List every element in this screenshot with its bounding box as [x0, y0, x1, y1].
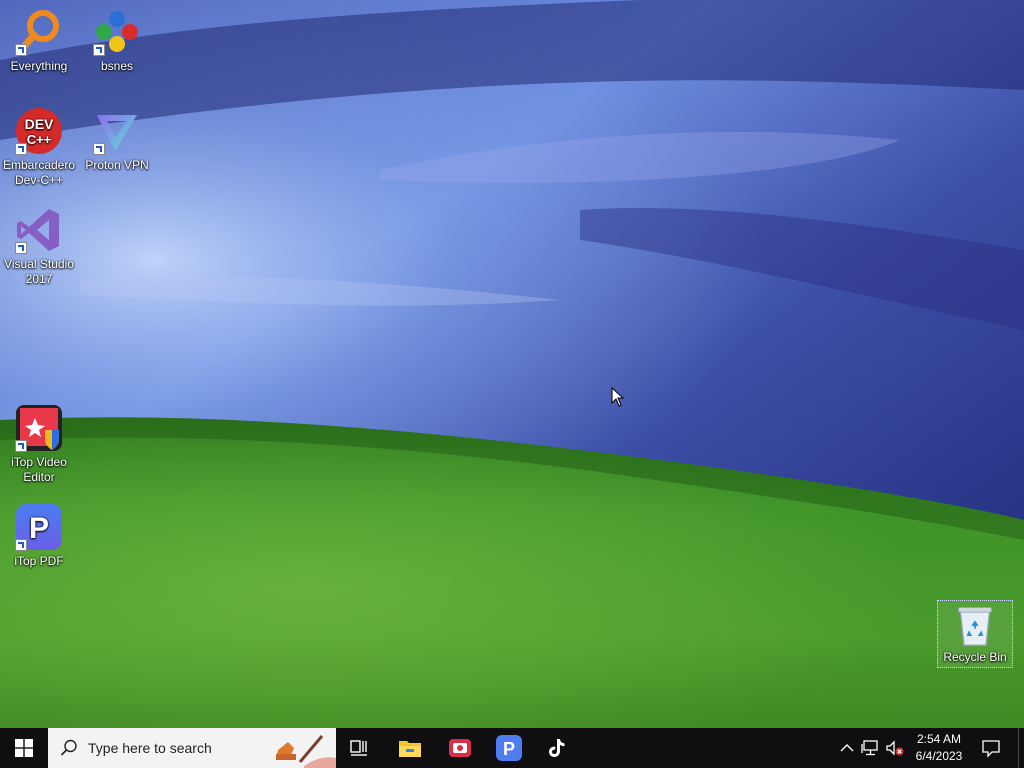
clock-date: 6/4/2023 [915, 749, 963, 763]
task-view-icon [350, 740, 367, 756]
mouse-cursor-icon [611, 387, 625, 407]
svg-text:DEV: DEV [25, 116, 54, 132]
svg-text:C++: C++ [27, 132, 52, 147]
search-icon [60, 739, 77, 756]
desktop-icon-recycle-bin[interactable]: Recycle Bin [937, 600, 1013, 668]
itop-screen-recorder-button[interactable] [436, 728, 484, 768]
desktop[interactable]: Everything bsnes DEV C++ Embarcadero Dev… [0, 0, 1024, 728]
shortcut-arrow-icon [15, 539, 27, 551]
svg-text:P: P [29, 512, 49, 545]
shortcut-arrow-icon [93, 44, 105, 56]
tiktok-icon [549, 739, 565, 757]
desktop-icon-label: iTop Video Editor [11, 455, 67, 484]
desktop-icon-bsnes[interactable]: bsnes [78, 4, 156, 74]
taskbar-clock[interactable]: 2:54 AM 6/4/2023 [906, 731, 972, 765]
shortcut-arrow-icon [15, 143, 27, 155]
tiktok-button[interactable] [533, 728, 581, 768]
desktop-icon-itop-pdf[interactable]: P iTop PDF [0, 499, 78, 569]
desktop-icon-protonvpn[interactable]: Proton VPN [78, 103, 156, 173]
file-explorer-button[interactable] [386, 728, 434, 768]
desktop-icon-devcpp[interactable]: DEV C++ Embarcadero Dev-C++ [0, 103, 78, 188]
desktop-icon-label: iTop PDF [14, 554, 64, 568]
shortcut-arrow-icon [15, 440, 27, 452]
shortcut-arrow-icon [93, 143, 105, 155]
desktop-icon-label: Recycle Bin [943, 650, 1007, 664]
task-view-button[interactable] [336, 728, 384, 768]
chevron-up-icon[interactable] [837, 738, 857, 758]
itop-screen-recorder-icon [449, 739, 471, 757]
search-placeholder: Type here to search [88, 740, 212, 756]
desktop-icon-label: bsnes [100, 59, 134, 73]
clock-time: 2:54 AM [916, 732, 962, 746]
taskbar: Type here to search P 2:54 AM 6/4/2023 [0, 728, 1024, 768]
windows-logo-icon [15, 739, 33, 757]
desktop-icon-label: Embarcadero Dev-C++ [2, 158, 76, 187]
desktop-icon-everything[interactable]: Everything [0, 4, 78, 74]
start-button[interactable] [0, 728, 48, 768]
show-desktop-button[interactable] [1018, 728, 1024, 768]
itop-pdf-icon: P [496, 735, 522, 761]
search-highlight-illustration-icon [264, 728, 336, 768]
network-icon[interactable] [861, 738, 881, 758]
notification-icon[interactable] [981, 738, 1001, 758]
shortcut-arrow-icon [15, 242, 27, 254]
shortcut-arrow-icon [15, 44, 27, 56]
desktop-icon-label: Everything [10, 59, 68, 73]
svg-text:P: P [503, 739, 515, 759]
itop-pdf-taskbar-button[interactable]: P [485, 728, 533, 768]
desktop-icon-label: Proton VPN [85, 158, 149, 172]
desktop-icon-itop-video-editor[interactable]: iTop Video Editor [0, 400, 78, 485]
taskbar-search-box[interactable]: Type here to search [48, 728, 336, 768]
desktop-icon-label: Visual Studio 2017 [4, 257, 74, 286]
recycle-bin-icon [958, 607, 992, 646]
desktop-icon-visual-studio[interactable]: Visual Studio 2017 [0, 202, 78, 287]
volume-muted-icon[interactable] [885, 738, 905, 758]
file-explorer-icon [399, 741, 421, 757]
